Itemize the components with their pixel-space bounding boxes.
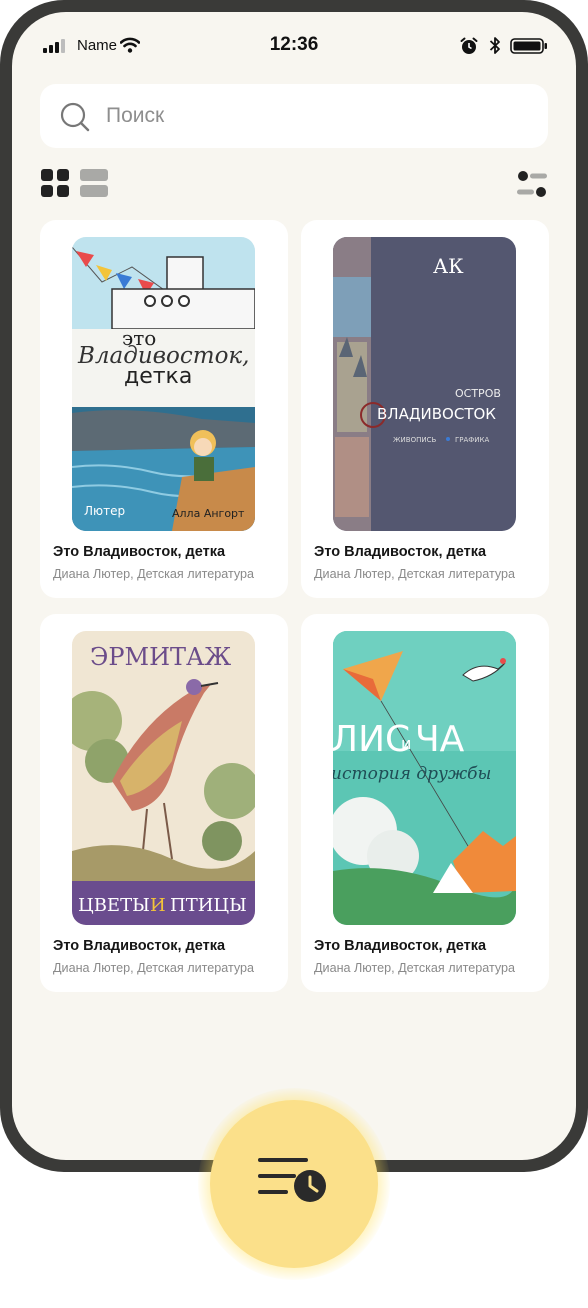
status-bar: Name 12:36 <box>12 12 576 78</box>
cover-title-3: ЧА <box>415 719 465 760</box>
grid-cell <box>57 169 69 181</box>
grid-cell <box>57 185 69 197</box>
book-cover: АК ОСТРОВ ВЛАДИВОСТОК ЖИВОПИСЬ ГРАФИКА <box>333 237 516 531</box>
search-input[interactable] <box>106 98 526 134</box>
cover-subtitle-1: ЖИВОПИСЬ <box>393 436 436 444</box>
book-author: Диана Лютер, Детская литература <box>314 961 516 975</box>
grid-cell <box>41 169 53 181</box>
search-bar[interactable] <box>40 84 548 148</box>
list-view-button[interactable] <box>80 169 108 197</box>
search-icon <box>60 102 90 132</box>
book-author: Диана Лютер, Детская литература <box>53 961 255 975</box>
book-card[interactable]: ЛИС и ЧА история дружбы Это Владивосток,… <box>301 614 549 992</box>
cover-title-word3: ПТИЦЫ <box>170 895 247 916</box>
cover-author-1: Лютер <box>84 504 125 518</box>
cover-publisher: АК <box>433 254 464 278</box>
alarm-icon <box>460 37 478 54</box>
cover-title-word1: ЦВЕТЫ <box>78 895 150 916</box>
book-cover: ЛИС и ЧА история дружбы <box>333 631 516 925</box>
book-author: Диана Лютер, Детская литература <box>314 567 516 581</box>
phone-frame: Name 12:36 Поиск это Владивосток, детка … <box>0 0 588 1172</box>
cover-series: ЭРМИТАЖ <box>90 643 231 671</box>
cover-subtitle: история дружбы <box>333 764 491 784</box>
book-title: Это Владивосток, детка <box>53 544 226 560</box>
app-screen: Name 12:36 Поиск это Владивосток, детка … <box>12 12 576 1160</box>
grid-cell <box>41 185 53 197</box>
cover-subtitle-2: ГРАФИКА <box>455 436 490 444</box>
list-row <box>80 185 108 197</box>
book-card[interactable]: это Владивосток, детка Лютер Алла Ангорт <box>40 220 288 598</box>
cover-title-word2: И <box>150 895 166 916</box>
book-title: Это Владивосток, детка <box>314 544 487 560</box>
battery-icon <box>510 38 547 54</box>
book-cover: это Владивосток, детка Лютер Алла Ангорт <box>72 237 255 531</box>
bluetooth-icon <box>489 37 500 54</box>
filter-icon[interactable] <box>517 171 547 197</box>
cover-title-line2: ВЛАДИВОСТОК <box>377 405 496 423</box>
cover-title-1: ЛИС <box>333 719 410 760</box>
book-title: Это Владивосток, детка <box>53 938 226 954</box>
book-title: Это Владивосток, детка <box>314 938 487 954</box>
cover-title-line3: детка <box>124 364 192 389</box>
book-cover: ЭРМИТАЖ ЦВЕТЫ И ПТИЦЫ <box>72 631 255 925</box>
grid-view-button[interactable] <box>41 169 69 197</box>
history-icon <box>258 1158 326 1202</box>
book-card[interactable]: ЭРМИТАЖ ЦВЕТЫ И ПТИЦЫ Это Владивосток, д… <box>40 614 288 992</box>
cover-author-2: Алла Ангорт <box>172 507 245 520</box>
list-row <box>80 169 108 181</box>
book-author: Диана Лютер, Детская литература <box>53 567 255 581</box>
cover-title-2: и <box>401 734 411 753</box>
cover-title-line1: ОСТРОВ <box>455 387 501 400</box>
book-card[interactable]: АК ОСТРОВ ВЛАДИВОСТОК ЖИВОПИСЬ ГРАФИКА Э… <box>301 220 549 598</box>
history-button[interactable] <box>210 1100 378 1268</box>
